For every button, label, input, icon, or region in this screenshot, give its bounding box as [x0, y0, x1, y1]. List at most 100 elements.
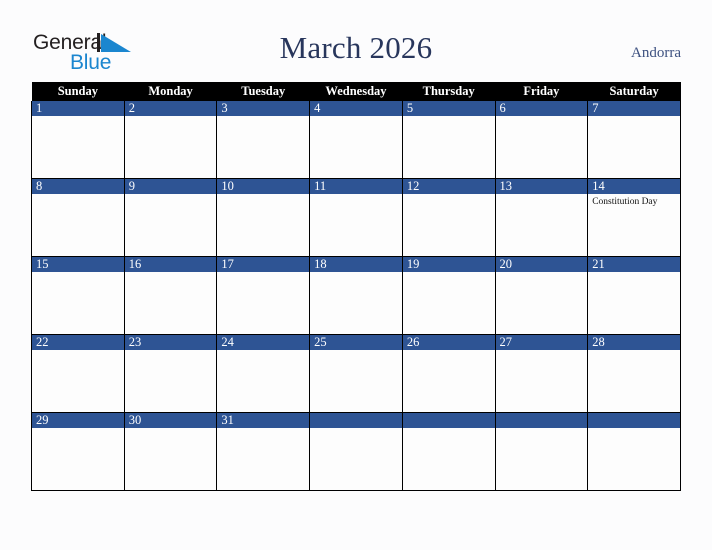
day-cell[interactable]: 31	[216, 412, 311, 491]
day-cell-content: 9	[124, 179, 217, 256]
empty-day-cell[interactable]	[401, 412, 496, 491]
empty-day-cell[interactable]	[494, 412, 589, 491]
day-cell-content	[402, 413, 495, 490]
day-events	[32, 428, 124, 430]
weeks-body: 1 2 3 4 5 6 7 8 9 10 11 12 13 14 Constitution Day 15 16 1…	[31, 101, 681, 491]
day-cell[interactable]: 16	[123, 256, 218, 335]
day-number: 12	[402, 179, 495, 194]
day-number	[402, 413, 495, 428]
week-row: 1234567	[31, 101, 681, 179]
day-cell[interactable]: 30	[123, 412, 218, 491]
weekday-header-monday: Monday	[124, 82, 217, 101]
day-cell-content: 7	[588, 101, 680, 178]
day-cell-content	[495, 413, 588, 490]
day-cell-content: 27	[495, 335, 588, 412]
day-cell-content: 24	[217, 335, 310, 412]
day-cell[interactable]: 4	[309, 101, 403, 179]
day-cell[interactable]: 26	[401, 334, 496, 413]
day-cell-content: 28	[588, 335, 680, 412]
day-events	[32, 350, 124, 352]
day-cell[interactable]: 15	[31, 256, 125, 335]
day-cell-content: 4	[310, 101, 402, 178]
day-cell[interactable]: 10	[216, 178, 311, 257]
day-cell[interactable]: 7	[587, 101, 681, 179]
weekday-header-sunday: Sunday	[31, 82, 125, 101]
day-cell[interactable]: 13	[494, 178, 589, 257]
day-cell[interactable]: 29	[31, 412, 125, 491]
day-cell[interactable]: 27	[494, 334, 589, 413]
day-cell[interactable]: 28	[587, 334, 681, 413]
day-number: 4	[310, 101, 402, 116]
day-number: 28	[588, 335, 680, 350]
day-cell[interactable]: 23	[123, 334, 218, 413]
day-cell[interactable]: 5	[401, 101, 496, 179]
day-cell[interactable]: 11	[309, 178, 403, 257]
country-label: Andorra	[631, 45, 681, 61]
weekday-header-wednesday: Wednesday	[309, 82, 403, 101]
day-number: 16	[124, 257, 217, 272]
day-cell[interactable]: 3	[216, 101, 311, 179]
day-events	[310, 194, 402, 196]
day-events	[310, 116, 402, 118]
day-number: 1	[32, 101, 124, 116]
day-events	[496, 350, 588, 352]
day-cell[interactable]: 8	[31, 178, 125, 257]
day-cell-content: 22	[32, 335, 124, 412]
day-cell[interactable]: 18	[309, 256, 403, 335]
day-cell-content: 5	[402, 101, 495, 178]
day-events	[310, 428, 402, 430]
day-cell[interactable]: 24	[216, 334, 311, 413]
day-cell[interactable]: 2	[123, 101, 218, 179]
day-number	[495, 413, 588, 428]
day-number: 20	[495, 257, 588, 272]
day-events	[588, 428, 680, 430]
day-events	[125, 350, 217, 352]
day-cell[interactable]: 12	[401, 178, 496, 257]
day-cell[interactable]: 6	[494, 101, 589, 179]
day-cell-content: 25	[310, 335, 402, 412]
day-events	[496, 194, 588, 196]
month-grid: Sunday Monday Tuesday Wednesday Thursday Frid…	[31, 82, 681, 491]
day-cell[interactable]: 21	[587, 256, 681, 335]
day-number: 21	[588, 257, 680, 272]
day-number: 23	[124, 335, 217, 350]
day-number: 10	[217, 179, 310, 194]
day-number: 31	[217, 413, 310, 428]
day-events	[125, 428, 217, 430]
day-number: 2	[124, 101, 217, 116]
day-cell[interactable]: 22	[31, 334, 125, 413]
day-events	[496, 428, 588, 430]
day-events	[32, 194, 124, 196]
day-events	[588, 350, 680, 352]
day-number: 17	[217, 257, 310, 272]
day-number: 7	[588, 101, 680, 116]
weekday-header-friday: Friday	[495, 82, 588, 101]
day-cell[interactable]: 9	[123, 178, 218, 257]
day-number	[310, 413, 402, 428]
day-cell-content: 19	[402, 257, 495, 334]
day-cell[interactable]: 1	[31, 101, 125, 179]
day-number: 11	[310, 179, 402, 194]
day-cell[interactable]: 14 Constitution Day	[587, 178, 681, 257]
day-number: 22	[32, 335, 124, 350]
day-events	[217, 428, 309, 430]
day-cell[interactable]: 20	[494, 256, 589, 335]
day-cell-content: 29	[32, 413, 124, 490]
day-cell-content: 14 Constitution Day	[588, 179, 680, 256]
day-cell[interactable]: 25	[309, 334, 403, 413]
day-cell-content: 30	[124, 413, 217, 490]
day-cell-content: 18	[310, 257, 402, 334]
day-number: 3	[217, 101, 310, 116]
day-events	[403, 116, 495, 118]
empty-day-cell[interactable]	[309, 412, 403, 491]
day-events	[217, 116, 309, 118]
day-cell-content	[588, 413, 680, 490]
day-cell-content: 13	[495, 179, 588, 256]
day-cell[interactable]: 17	[216, 256, 311, 335]
day-number: 24	[217, 335, 310, 350]
day-cell[interactable]: 19	[401, 256, 496, 335]
empty-day-cell[interactable]	[587, 412, 681, 491]
holiday-event: Constitution Day	[592, 197, 658, 207]
day-events	[32, 116, 124, 118]
day-number: 6	[495, 101, 588, 116]
